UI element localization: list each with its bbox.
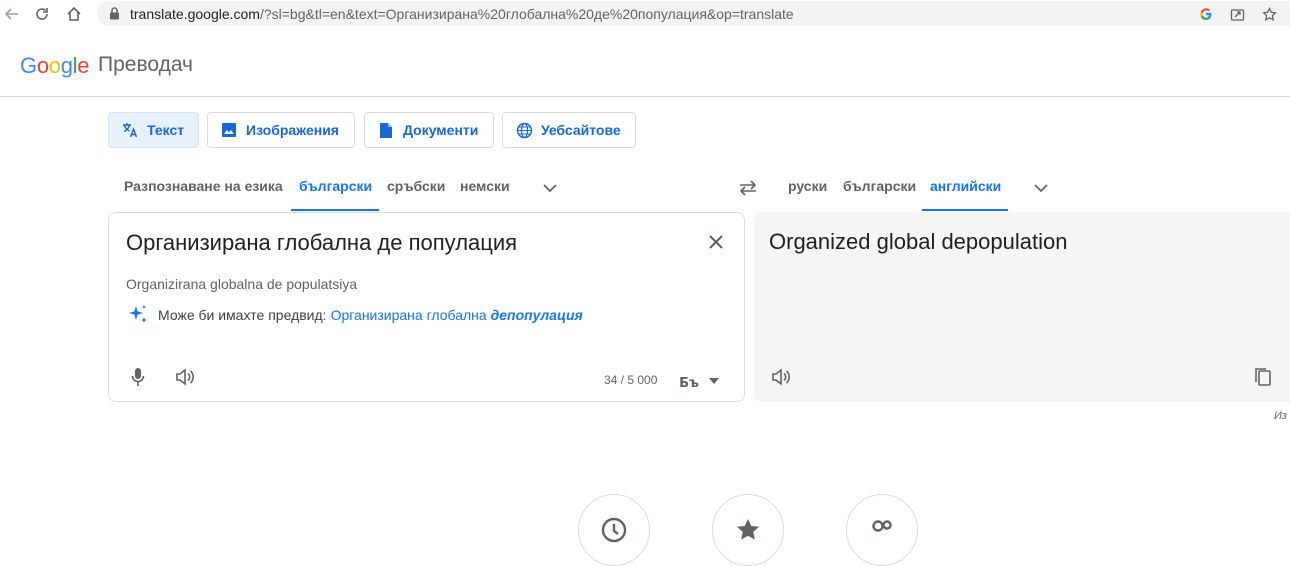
reload-icon[interactable] — [32, 4, 52, 24]
bookmark-star-icon[interactable] — [1260, 5, 1278, 23]
share-icon[interactable] — [1228, 5, 1246, 23]
tab-detect-language[interactable]: Разпознаване на езика — [124, 178, 283, 194]
image-icon — [220, 121, 238, 139]
mode-images-button[interactable]: Изображения — [207, 112, 355, 148]
document-icon — [377, 121, 395, 139]
input-tools-keyboard-icon[interactable]: Бъ — [678, 371, 700, 395]
mode-documents-label: Документи — [403, 122, 479, 138]
logo-letter: e — [77, 53, 90, 78]
source-speaker-icon[interactable] — [173, 365, 197, 389]
mode-text-label: Текст — [147, 122, 185, 138]
suggestion-link[interactable]: Организирана глобална депопулация — [331, 307, 583, 323]
copy-icon[interactable] — [1251, 365, 1275, 389]
browser-toolbar: translate.google.com/?sl=bg&tl=en&text=О… — [0, 0, 1290, 28]
history-icon — [601, 517, 627, 543]
translation-output-text[interactable]: Organized global depopulation — [769, 229, 1067, 255]
google-logo[interactable]: Google — [20, 53, 89, 79]
lock-icon[interactable] — [109, 7, 120, 25]
globe-icon — [515, 121, 533, 139]
tab-source-serbian[interactable]: сръбски — [387, 178, 445, 194]
input-tools-dropdown-icon[interactable] — [705, 369, 723, 393]
history-button[interactable] — [578, 494, 650, 566]
google-g-icon[interactable] — [1197, 5, 1215, 23]
target-more-chevron-down-icon[interactable] — [1031, 178, 1051, 198]
logo-letter: G — [20, 53, 37, 78]
app-header: Google Преводач — [0, 32, 1290, 97]
did-you-mean-suggestion: Може би имахте предвид: Организирана гло… — [126, 303, 583, 327]
contribute-button[interactable] — [846, 494, 918, 566]
source-panel: Организирана глобална де популация Organ… — [108, 212, 745, 402]
mode-documents-button[interactable]: Документи — [364, 112, 494, 148]
transliteration-text: Organizirana globalna de populatsiya — [126, 276, 358, 292]
saved-button[interactable] — [712, 494, 784, 566]
product-name[interactable]: Преводач — [98, 53, 193, 77]
suggestion-plain: Организирана глобална — [330, 307, 487, 323]
translation-panel: Organized global depopulation — [754, 212, 1290, 402]
mode-websites-button[interactable]: Уебсайтове — [502, 112, 636, 148]
people-icon — [872, 520, 892, 532]
sparkle-icon — [129, 305, 147, 323]
home-icon[interactable] — [64, 4, 84, 24]
tab-source-german[interactable]: немски — [460, 178, 510, 194]
swap-languages-icon[interactable] — [737, 178, 759, 198]
source-text-input[interactable]: Организирана глобална де популация — [126, 230, 517, 256]
translate-icon — [121, 121, 139, 139]
tab-target-english[interactable]: английски — [930, 178, 1001, 194]
source-more-chevron-down-icon[interactable] — [540, 178, 560, 198]
mode-websites-label: Уебсайтове — [541, 122, 621, 138]
logo-letter: g — [60, 53, 73, 78]
suggestion-prefix: Може би имахте предвид: — [158, 307, 327, 323]
suggestion-bold: депопулация — [490, 307, 583, 323]
side-note-text[interactable]: Из — [1274, 410, 1287, 422]
tab-target-bulgarian[interactable]: български — [843, 178, 916, 194]
clear-source-close-icon[interactable] — [705, 231, 727, 253]
tab-source-bulgarian[interactable]: български — [299, 178, 372, 194]
address-bar[interactable]: translate.google.com/?sl=bg&tl=en&text=О… — [97, 1, 1290, 26]
logo-letter: o — [48, 53, 61, 78]
star-icon — [737, 519, 759, 540]
logo-letter: o — [36, 53, 49, 78]
mode-images-label: Изображения — [246, 122, 339, 138]
character-count: 34 / 5 000 — [604, 373, 658, 387]
target-active-underline — [922, 209, 1008, 211]
translation-speaker-icon[interactable] — [769, 365, 793, 389]
back-arrow-icon[interactable] — [2, 4, 22, 24]
mode-text-button[interactable]: Текст — [108, 112, 199, 148]
url-text[interactable]: translate.google.com/?sl=bg&tl=en&text=О… — [130, 6, 794, 22]
url-host: translate.google.com — [130, 6, 260, 22]
url-path: /?sl=bg&tl=en&text=Организирана%20глобал… — [259, 6, 794, 22]
source-active-underline — [291, 209, 379, 211]
tab-target-russian[interactable]: руски — [788, 178, 827, 194]
microphone-icon[interactable] — [126, 365, 150, 389]
